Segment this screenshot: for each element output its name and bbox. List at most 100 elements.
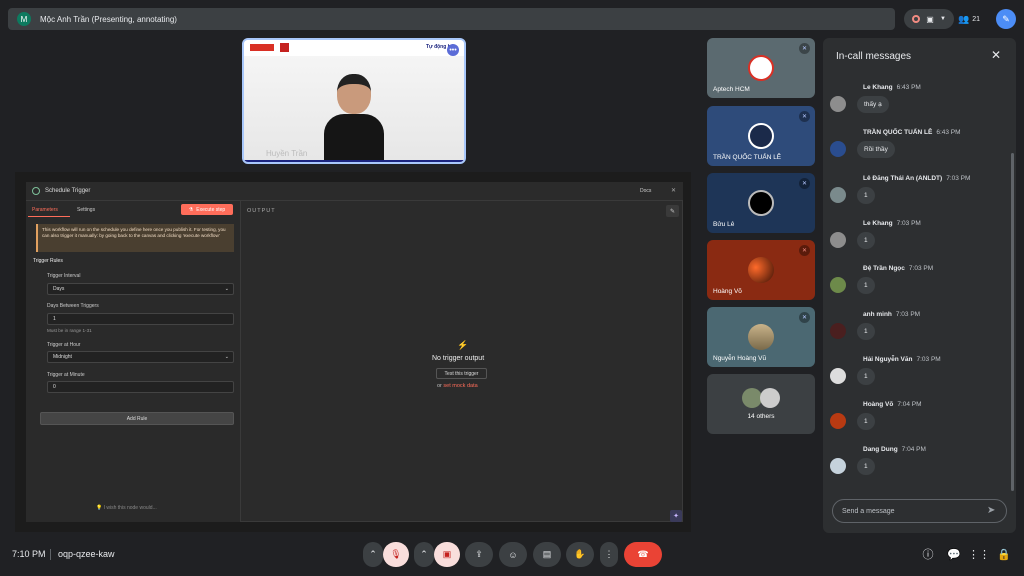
participant-name: TRẦN QUỐC TUẤN LÊ — [713, 154, 782, 161]
message-bubble: 1 — [857, 232, 875, 249]
more-options-icon[interactable]: ••• — [447, 44, 459, 56]
sender-line: Lê Đăng Thái An (ANLDT) 7:03 PM — [863, 175, 970, 182]
video-options-button[interactable]: ⌃ — [414, 542, 434, 567]
participant-tile[interactable]: ✕ Aptech HCM — [707, 38, 815, 98]
message-time: 7:03 PM — [946, 175, 971, 182]
message-time: 7:04 PM — [897, 401, 922, 408]
more-options-button[interactable]: ⋮ — [600, 542, 618, 567]
meeting-code: oqp-qzee-kaw — [58, 549, 115, 559]
gemini-button[interactable]: ✎ — [996, 9, 1016, 29]
audio-options-button[interactable]: ⌃ — [363, 542, 383, 567]
message-bubble: 1 — [857, 187, 875, 204]
docs-link[interactable]: Docs — [640, 188, 651, 194]
chat-icon[interactable]: 💬 — [947, 547, 961, 561]
close-icon[interactable]: ✕ — [671, 187, 676, 194]
captions-button[interactable]: ▤ — [533, 542, 561, 567]
chat-scrollbar[interactable] — [1011, 153, 1014, 491]
avatar — [830, 277, 846, 293]
apps-icon[interactable]: ⋮⋮ — [968, 547, 990, 561]
avatar — [748, 190, 774, 216]
mic-off-icon: ✕ — [799, 111, 810, 122]
message-bubble: 1 — [857, 323, 875, 340]
message-time: 7:03 PM — [908, 265, 934, 272]
participants-button[interactable]: 👥 21 — [958, 9, 992, 29]
no-output-text: No trigger output — [432, 355, 485, 362]
chat-panel — [823, 38, 1016, 533]
add-rule-button[interactable]: Add Rule — [40, 412, 234, 425]
set-mock-data-link[interactable]: set mock data — [443, 383, 477, 389]
chevron-down-icon: ▼ — [939, 16, 946, 22]
presenter-name-overlay: Huyền Trần — [266, 149, 308, 158]
avatar — [748, 324, 774, 350]
avatar — [748, 55, 774, 81]
sender-name: TRẦN QUỐC TUẤN LÊ — [863, 129, 933, 136]
message-bubble: thấy ạ — [857, 96, 889, 113]
participant-name: Bửu Lê — [713, 221, 735, 228]
clock-time: 7:10 PM — [12, 549, 46, 559]
mic-toggle-button[interactable]: 🎙 — [383, 542, 409, 567]
execute-label: Execute step — [196, 206, 226, 213]
emoji-icon: ☺ — [508, 549, 518, 560]
node-editor-header: Schedule Trigger — [26, 182, 683, 201]
feedback-text: I wish this node would... — [103, 505, 157, 511]
participant-tile[interactable]: ✕ Nguyễn Hoàng Vũ — [707, 307, 815, 367]
aptech-logo — [250, 44, 274, 51]
sender-line: Le Khang 6:43 PM — [863, 84, 921, 91]
presenting-title: Mộc Anh Trần (Presenting, annotating) — [40, 14, 177, 24]
sender-name: Lê Đăng Thái An (ANLDT) — [863, 175, 943, 182]
participant-tile[interactable]: ✕ Bửu Lê — [707, 173, 815, 233]
camera-toggle-button[interactable]: ▣ — [434, 542, 460, 567]
days-between-input[interactable]: 1 — [47, 313, 234, 325]
or-text: or — [437, 383, 442, 389]
avatar — [830, 187, 846, 203]
flask-icon: ⚗ — [188, 206, 194, 213]
output-label: OUTPUT — [247, 208, 276, 214]
participant-tile[interactable]: ✕ Hoàng Võ — [707, 240, 815, 300]
edit-icon[interactable]: ✎ — [666, 205, 679, 217]
interval-value: Days — [53, 286, 65, 292]
sender-line: Dang Dung 7:04 PM — [863, 446, 926, 453]
others-tile[interactable]: 14 others — [707, 374, 815, 434]
send-icon[interactable]: ➤ — [987, 505, 995, 516]
avatar — [760, 388, 780, 408]
presenter-video-tile[interactable]: Tự động hóa ••• Huyền Trần — [242, 38, 466, 164]
participant-count: 21 — [972, 15, 981, 23]
mic-off-icon: ✕ — [799, 312, 810, 323]
info-icon[interactable]: ⓘ — [921, 547, 935, 561]
participant-tile[interactable]: ✕ TRẦN QUỐC TUẤN LÊ — [707, 106, 815, 166]
recording-controls[interactable]: ▣ ▼ — [904, 9, 954, 29]
tab-settings[interactable]: Settings — [77, 207, 95, 213]
feedback-link[interactable]: 💡 I wish this node would... — [96, 505, 157, 511]
test-trigger-button[interactable]: Test this trigger — [436, 368, 487, 379]
sender-name: Hoàng Võ — [863, 401, 894, 408]
lightning-icon: ⚡ — [457, 340, 469, 350]
execute-step-button[interactable]: ⚗ Execute step — [181, 204, 233, 215]
sender-line: TRẦN QUỐC TUẤN LÊ 6:43 PM — [863, 129, 961, 136]
avatar — [830, 141, 846, 157]
hour-label: Trigger at Hour — [47, 342, 81, 348]
participant-name: Hoàng Võ — [713, 288, 742, 295]
interval-select[interactable]: Days ⌄ — [47, 283, 234, 295]
avatar — [748, 257, 774, 283]
reactions-button[interactable]: ☺ — [499, 542, 527, 567]
minute-input[interactable]: 0 — [47, 381, 234, 393]
minute-label: Trigger at Minute — [47, 372, 85, 378]
close-icon[interactable]: ✕ — [991, 48, 1001, 62]
sender-name: Đệ Trần Ngọc — [863, 265, 905, 272]
others-count: 14 others — [747, 413, 775, 420]
raise-hand-button[interactable]: ✋ — [566, 542, 594, 567]
sender-name: Hải Nguyễn Văn — [863, 356, 913, 363]
message-input[interactable]: Send a message — [832, 499, 1007, 523]
hour-select[interactable]: Midnight ⌄ — [47, 351, 234, 363]
sender-name: Le Khang — [863, 220, 893, 227]
trigger-rules-heading: Trigger Rules — [33, 258, 63, 264]
present-button[interactable]: ⇪ — [465, 542, 493, 567]
lightbulb-icon: 💡 — [96, 505, 103, 511]
tab-parameters[interactable]: Parameters — [32, 207, 58, 213]
host-controls-icon[interactable]: 🔒 — [997, 547, 1011, 561]
slide-banner: Tự động hóa ••• — [244, 40, 464, 56]
ai-assistant-icon[interactable]: ✦ — [670, 510, 682, 522]
camera-off-icon: ▣ — [442, 549, 452, 559]
message-bubble: Rồi thầy — [857, 141, 895, 158]
leave-call-button[interactable]: ☎ — [624, 542, 662, 567]
